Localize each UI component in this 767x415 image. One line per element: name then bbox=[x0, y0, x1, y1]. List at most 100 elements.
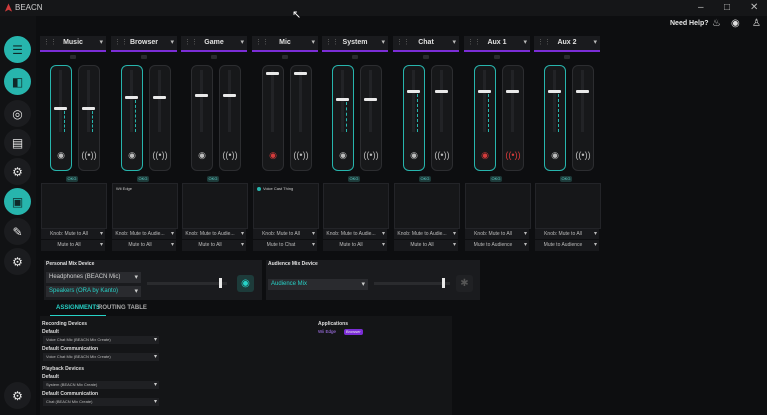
personal-mix-slider-thumb[interactable] bbox=[219, 278, 222, 288]
sidebar-item-more-settings[interactable]: ⚙ bbox=[4, 248, 31, 275]
personal-fader[interactable]: ◉ bbox=[50, 65, 72, 171]
fader-thumb[interactable] bbox=[223, 94, 236, 97]
channel-header[interactable]: ⋮⋮ Music ▾ bbox=[40, 36, 106, 52]
fader-thumb[interactable] bbox=[576, 90, 589, 93]
chevron-down-icon[interactable]: ▾ bbox=[381, 38, 385, 46]
link-badge[interactable]: OKG bbox=[348, 176, 360, 182]
stream-fader[interactable]: ((•)) bbox=[431, 65, 453, 171]
personal-fader[interactable]: ◉ bbox=[121, 65, 143, 171]
personal-fader[interactable]: ◉ bbox=[191, 65, 213, 171]
personal-fader[interactable]: ◉ bbox=[403, 65, 425, 171]
fader-thumb[interactable] bbox=[407, 90, 420, 93]
personal-mix-slider[interactable] bbox=[147, 282, 227, 285]
stream-muted-icon[interactable]: ((•)) bbox=[504, 150, 522, 164]
link-badge[interactable]: OKG bbox=[419, 176, 431, 182]
channel-header[interactable]: ⋮⋮ Browser ▾ bbox=[111, 36, 177, 52]
minimize-icon[interactable]: – bbox=[698, 2, 704, 13]
knob-routing-select[interactable]: Knob: Mute to Audie... ▾ bbox=[323, 229, 387, 239]
headphone-muted-icon[interactable]: ◉ bbox=[476, 150, 494, 164]
tab-assignments[interactable]: ASSIGNMENTS bbox=[56, 305, 100, 311]
mute-routing-select[interactable]: Mute to Audience ▾ bbox=[535, 240, 599, 251]
broadcast-icon[interactable]: ((•)) bbox=[221, 150, 239, 164]
headphone-icon[interactable]: ◉ bbox=[193, 150, 211, 164]
chevron-down-icon[interactable]: ▾ bbox=[99, 38, 103, 46]
chevron-down-icon[interactable]: ▾ bbox=[240, 38, 244, 46]
headphone-muted-icon[interactable]: ◉ bbox=[264, 150, 282, 164]
channel-header[interactable]: ⋮⋮ Game ▾ bbox=[181, 36, 247, 52]
playback-default-select[interactable]: System (BEACN Mix Create) ▾ bbox=[43, 381, 159, 389]
sidebar-item-device-settings[interactable]: ▤ bbox=[4, 129, 31, 156]
fader-thumb[interactable] bbox=[506, 90, 519, 93]
maximize-icon[interactable]: □ bbox=[724, 2, 730, 13]
personal-device-2-select[interactable]: Speakers (ORA by Kanto) ▾ bbox=[46, 286, 141, 297]
knob-routing-select[interactable]: Knob: Mute to All ▾ bbox=[465, 229, 529, 239]
sidebar-item-edit[interactable]: ✎ bbox=[4, 218, 31, 245]
fader-thumb[interactable] bbox=[54, 107, 67, 110]
sidebar-item-app-settings[interactable]: ⚙ bbox=[4, 382, 31, 409]
headphone-icon[interactable]: ◉ bbox=[52, 150, 70, 164]
audience-device-select[interactable]: Audience Mix ▾ bbox=[268, 279, 368, 290]
mute-routing-select[interactable]: Mute to All ▾ bbox=[112, 240, 176, 251]
application-name[interactable]: Wii Edge bbox=[318, 329, 336, 334]
application-badge[interactable]: Browser bbox=[344, 329, 363, 335]
knob-routing-select[interactable]: Knob: Mute to All ▾ bbox=[41, 229, 105, 239]
link-badge[interactable]: OKG bbox=[207, 176, 219, 182]
stream-fader[interactable]: ((•)) bbox=[78, 65, 100, 171]
headphone-icon[interactable]: ◉ bbox=[334, 150, 352, 164]
fader-thumb[interactable] bbox=[294, 72, 307, 75]
mute-routing-select[interactable]: Mute to All ▾ bbox=[182, 240, 246, 251]
channel-header[interactable]: ⋮⋮ Aux 2 ▾ bbox=[534, 36, 600, 52]
personal-fader[interactable]: ◉ bbox=[332, 65, 354, 171]
sidebar-item-settings[interactable]: ⚙ bbox=[4, 158, 31, 185]
chevron-down-icon[interactable]: ▾ bbox=[523, 38, 527, 46]
fader-thumb[interactable] bbox=[82, 107, 95, 110]
knob-routing-select[interactable]: Knob: Mute to All ▾ bbox=[535, 229, 599, 239]
link-badge[interactable]: OKG bbox=[560, 176, 572, 182]
link-badge[interactable]: OKG bbox=[490, 176, 502, 182]
personal-fader[interactable]: ◉ bbox=[262, 65, 284, 171]
recording-default-select[interactable]: Voice Chat Mic (BEACN Mix Create) ▾ bbox=[43, 336, 159, 344]
channel-header[interactable]: ⋮⋮ Mic ▾ bbox=[252, 36, 318, 52]
personal-device-1-select[interactable]: Headphones (BEACN Mic) ▾ bbox=[46, 272, 141, 283]
headphone-monitor-icon[interactable]: ◉ bbox=[237, 275, 254, 292]
stream-monitor-icon[interactable]: ✱ bbox=[456, 275, 473, 292]
user-icon[interactable]: ♙ bbox=[752, 18, 761, 29]
knob-routing-select[interactable]: Knob: Mute to Audie... ▾ bbox=[182, 229, 246, 239]
audience-mix-slider[interactable] bbox=[374, 282, 450, 285]
fader-thumb[interactable] bbox=[125, 96, 138, 99]
broadcast-icon[interactable]: ((•)) bbox=[292, 150, 310, 164]
need-help-link[interactable]: Need Help? bbox=[670, 20, 709, 27]
stream-fader[interactable]: ((•)) bbox=[360, 65, 382, 171]
tab-routing-table[interactable]: ROUTING TABLE bbox=[98, 305, 147, 311]
broadcast-icon[interactable]: ((•)) bbox=[574, 150, 592, 164]
mute-routing-select[interactable]: Mute to Chat ▾ bbox=[253, 240, 317, 251]
chevron-down-icon[interactable]: ▾ bbox=[593, 38, 597, 46]
fader-thumb[interactable] bbox=[336, 98, 349, 101]
sidebar-item-screen[interactable]: ▣ bbox=[4, 188, 31, 215]
fader-thumb[interactable] bbox=[195, 94, 208, 97]
audience-mix-slider-thumb[interactable] bbox=[442, 278, 445, 288]
headphone-icon[interactable]: ◉ bbox=[123, 150, 141, 164]
sidebar-item-mixer[interactable]: ☰ bbox=[4, 36, 31, 63]
sidebar-item-fader[interactable]: ◧ bbox=[4, 68, 31, 95]
headphone-icon[interactable]: ◉ bbox=[546, 150, 564, 164]
knob-routing-select[interactable]: Knob: Mute to Audie... ▾ bbox=[394, 229, 458, 239]
headset-icon[interactable]: ♨ bbox=[712, 18, 721, 29]
chevron-down-icon[interactable]: ▾ bbox=[311, 38, 315, 46]
sidebar-item-fx[interactable]: ◎ bbox=[4, 100, 31, 127]
knob-routing-select[interactable]: Knob: Mute to Audie... ▾ bbox=[112, 229, 176, 239]
stream-fader[interactable]: ((•)) bbox=[219, 65, 241, 171]
chevron-down-icon[interactable]: ▾ bbox=[452, 38, 456, 46]
headphone-icon[interactable]: ◉ bbox=[405, 150, 423, 164]
broadcast-icon[interactable]: ((•)) bbox=[80, 150, 98, 164]
mute-routing-select[interactable]: Mute to All ▾ bbox=[41, 240, 105, 251]
channel-header[interactable]: ⋮⋮ Aux 1 ▾ bbox=[464, 36, 530, 52]
fader-thumb[interactable] bbox=[478, 90, 491, 93]
close-icon[interactable]: ✕ bbox=[750, 2, 758, 13]
fader-thumb[interactable] bbox=[548, 90, 561, 93]
link-badge[interactable]: OKG bbox=[66, 176, 78, 182]
fader-thumb[interactable] bbox=[364, 98, 377, 101]
personal-fader[interactable]: ◉ bbox=[544, 65, 566, 171]
stream-fader[interactable]: ((•)) bbox=[502, 65, 524, 171]
channel-header[interactable]: ⋮⋮ Chat ▾ bbox=[393, 36, 459, 52]
